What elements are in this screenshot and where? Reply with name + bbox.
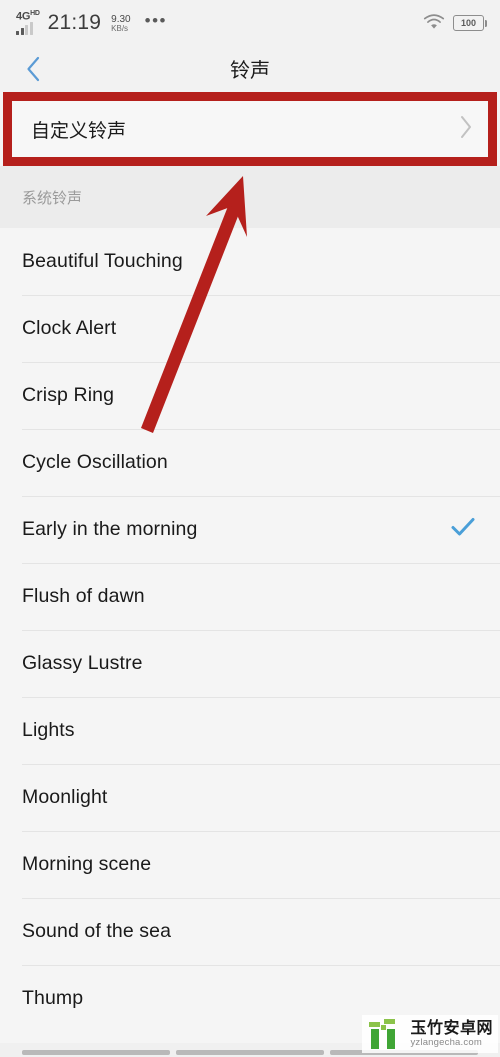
network-type-label: 4GHD bbox=[16, 10, 40, 23]
ringtone-name: Flush of dawn bbox=[22, 585, 145, 607]
ringtone-row[interactable]: Flush of dawn bbox=[0, 563, 500, 630]
watermark-cn-text: 玉竹安卓网 bbox=[410, 1019, 493, 1037]
status-bar: 4GHD 21:19 9.30 KB/s ••• 100 bbox=[0, 0, 500, 45]
watermark-logo-icon bbox=[369, 1019, 403, 1049]
ringtone-row[interactable]: Crisp Ring bbox=[0, 362, 500, 429]
signal-indicator: 4GHD bbox=[16, 10, 40, 35]
chevron-right-icon bbox=[459, 114, 474, 145]
ringtone-name: Lights bbox=[22, 719, 75, 741]
ringtone-name: Early in the morning bbox=[22, 518, 198, 540]
custom-ringtone-row[interactable]: 自定义铃声 bbox=[12, 101, 488, 157]
ringtone-name: Morning scene bbox=[22, 853, 152, 875]
custom-ringtone-label: 自定义铃声 bbox=[31, 120, 127, 142]
section-header-system-ringtones: 系统铃声 bbox=[0, 166, 500, 228]
network-speed-indicator: 9.30 KB/s bbox=[111, 14, 130, 34]
ringtone-name: Thump bbox=[22, 987, 84, 1009]
ringtone-row[interactable]: Morning scene bbox=[0, 831, 500, 898]
ringtone-name: Sound of the sea bbox=[22, 920, 172, 942]
wifi-icon bbox=[423, 14, 445, 29]
ringtone-name: Moonlight bbox=[22, 786, 108, 808]
back-button[interactable] bbox=[18, 54, 48, 84]
title-bar: 铃声 bbox=[0, 45, 500, 92]
nav-segment-recent-apps[interactable] bbox=[22, 1050, 170, 1055]
status-bar-left: 4GHD 21:19 9.30 KB/s ••• bbox=[16, 10, 167, 35]
status-bar-clock: 21:19 bbox=[47, 10, 102, 34]
battery-icon: 100 bbox=[453, 14, 487, 31]
phone-screen: 4GHD 21:19 9.30 KB/s ••• 100 铃声 自定义铃声 系统… bbox=[0, 0, 500, 1057]
signal-bars-icon bbox=[16, 21, 33, 35]
ringtone-name: Beautiful Touching bbox=[22, 250, 183, 272]
site-watermark: 玉竹安卓网 yzlangecha.com bbox=[362, 1015, 498, 1053]
network-speed-unit: KB/s bbox=[111, 24, 129, 34]
ringtone-row[interactable]: Moonlight bbox=[0, 764, 500, 831]
ringtone-list[interactable]: Beautiful Touching Clock Alert Crisp Ring C… bbox=[0, 228, 500, 1032]
nav-segment-home[interactable] bbox=[176, 1050, 324, 1055]
network-type-sup: HD bbox=[30, 10, 40, 18]
ringtone-name: Crisp Ring bbox=[22, 384, 115, 406]
ringtone-row[interactable]: Glassy Lustre bbox=[0, 630, 500, 697]
ringtone-name: Cycle Oscillation bbox=[22, 451, 168, 473]
section-header-label: 系统铃声 bbox=[22, 189, 83, 207]
ringtone-row[interactable]: Lights bbox=[0, 697, 500, 764]
back-chevron-icon bbox=[26, 56, 39, 81]
status-bar-right: 100 bbox=[423, 14, 487, 31]
battery-level-text: 100 bbox=[460, 17, 477, 28]
ringtone-name: Glassy Lustre bbox=[22, 652, 143, 674]
ringtone-row[interactable]: Cycle Oscillation bbox=[0, 429, 500, 496]
ringtone-row[interactable]: Clock Alert bbox=[0, 295, 500, 362]
network-type-text: 4G bbox=[16, 10, 31, 23]
page-title: 铃声 bbox=[230, 60, 270, 82]
selected-check-icon bbox=[450, 516, 476, 543]
ringtone-row[interactable]: Sound of the sea bbox=[0, 898, 500, 965]
notification-overflow-dots-icon: ••• bbox=[144, 10, 167, 30]
ringtone-row[interactable]: Early in the morning bbox=[0, 496, 500, 563]
ringtone-row[interactable]: Beautiful Touching bbox=[0, 228, 500, 295]
highlight-annotation-box: 自定义铃声 bbox=[3, 92, 497, 166]
watermark-en-text: yzlangecha.com bbox=[410, 1036, 482, 1048]
ringtone-name: Clock Alert bbox=[22, 317, 117, 339]
watermark-text: 玉竹安卓网 yzlangecha.com bbox=[410, 1020, 493, 1048]
